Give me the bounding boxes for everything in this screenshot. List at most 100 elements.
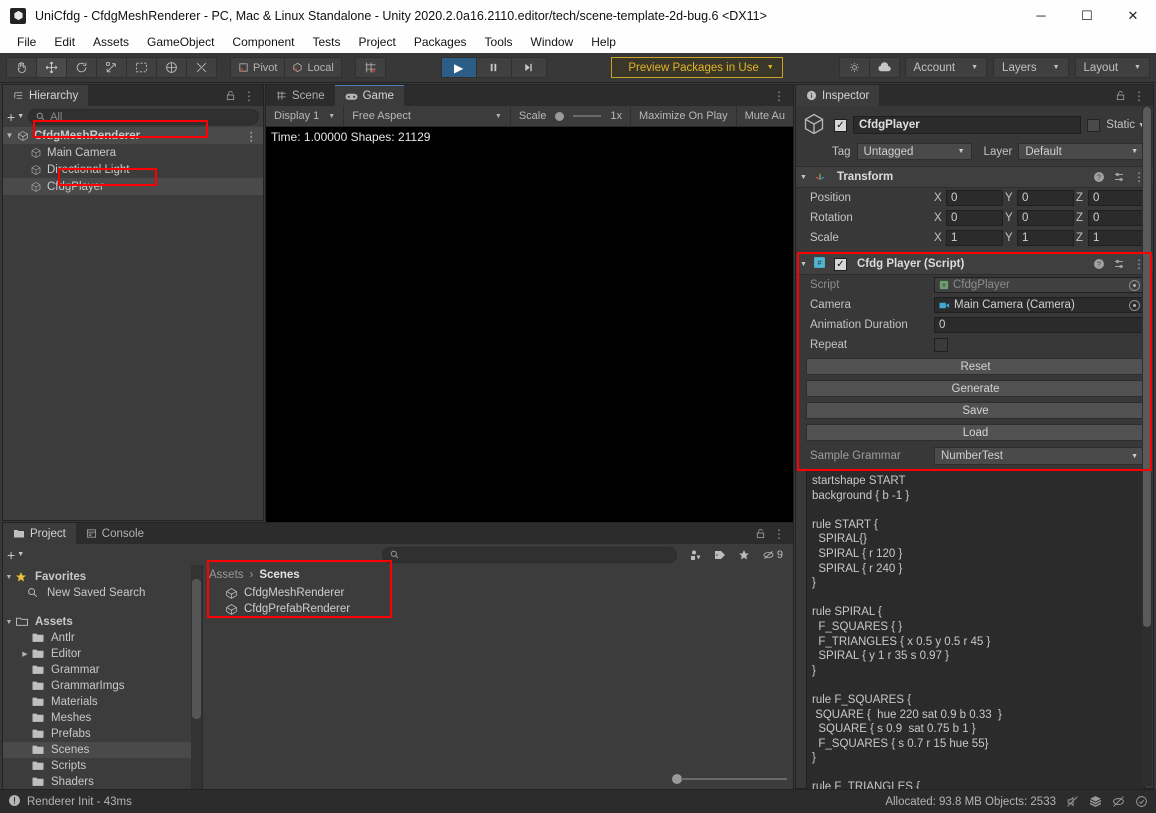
slider-handle[interactable]	[555, 111, 565, 121]
settings-sliders-icon[interactable]	[1113, 258, 1125, 270]
maximize-on-play-toggle[interactable]: Maximize On Play	[631, 105, 737, 127]
generate-button[interactable]: Generate	[806, 380, 1145, 397]
cfdg-player-component-header[interactable]: ▼ # ✓ Cfdg Player (Script) ? ⋮	[796, 253, 1153, 275]
hierarchy-search-input[interactable]: All	[28, 108, 259, 125]
hierarchy-item-main-camera[interactable]: Main Camera	[3, 144, 263, 161]
maximize-button[interactable]: ☐	[1064, 0, 1110, 31]
help-icon[interactable]: ?	[1093, 258, 1105, 270]
asset-item-cfdgprefabrenderer[interactable]: CfdgPrefabRenderer	[203, 601, 793, 617]
asset-item-cfdgmeshrenderer[interactable]: CfdgMeshRenderer	[203, 585, 793, 601]
hand-tool-icon[interactable]	[6, 57, 37, 78]
lock-icon[interactable]	[225, 90, 236, 101]
static-checkbox[interactable]	[1087, 118, 1101, 132]
tab-hierarchy[interactable]: Hierarchy	[3, 85, 89, 106]
local-toggle-button[interactable]: Local	[284, 57, 342, 78]
position-x-input[interactable]: 0	[946, 190, 1003, 206]
mute-audio-toggle[interactable]: Mute Au	[737, 106, 793, 127]
rotation-y-input[interactable]: 0	[1017, 210, 1074, 226]
grid-snap-icon[interactable]	[354, 57, 386, 78]
layout-dropdown[interactable]: Layout ▼	[1074, 57, 1150, 78]
scale-tool-icon[interactable]	[96, 57, 127, 78]
position-z-input[interactable]: 0	[1088, 190, 1145, 206]
hierarchy-add-button[interactable]: + ▼	[7, 109, 24, 125]
game-render-canvas[interactable]: Time: 1.00000 Shapes: 21129	[266, 127, 793, 542]
tree-item-meshes[interactable]: Meshes	[3, 710, 202, 726]
repeat-checkbox[interactable]	[934, 338, 948, 352]
scale-x-input[interactable]: 1	[946, 230, 1003, 246]
tree-item-grammar[interactable]: Grammar	[3, 662, 202, 678]
breadcrumb-assets[interactable]: Assets	[209, 569, 244, 581]
lock-icon[interactable]	[1115, 90, 1126, 101]
tree-item-shaders[interactable]: Shaders	[3, 774, 202, 790]
tab-scene[interactable]: Scene	[266, 85, 335, 106]
foldout-arrow-icon[interactable]: ▼	[800, 261, 807, 268]
no-preview-icon[interactable]	[1112, 795, 1125, 808]
custom-editor-tool-icon[interactable]	[186, 57, 217, 78]
check-circle-icon[interactable]	[1135, 795, 1148, 808]
layers-stack-icon[interactable]	[1089, 795, 1102, 808]
asset-size-slider[interactable]	[672, 771, 787, 787]
inspector-scrollbar[interactable]	[1142, 107, 1152, 786]
reset-button[interactable]: Reset	[806, 358, 1145, 375]
static-dropdown[interactable]: Static ▼	[1106, 119, 1145, 131]
foldout-arrow-icon[interactable]: ▼	[3, 131, 16, 140]
layers-dropdown[interactable]: Layers ▼	[993, 57, 1069, 78]
asset-type-filter-icon[interactable]	[690, 549, 702, 561]
foldout-arrow-icon[interactable]: ▶	[19, 650, 31, 658]
tab-inspector[interactable]: Inspector	[796, 85, 880, 106]
asset-size-slider-track[interactable]	[681, 778, 787, 780]
preview-packages-dropdown[interactable]: Preview Packages in Use ▼	[611, 57, 783, 78]
label-filter-icon[interactable]	[714, 549, 726, 561]
rotate-tool-icon[interactable]	[66, 57, 97, 78]
tree-item-prefabs[interactable]: Prefabs	[3, 726, 202, 742]
tab-project[interactable]: Project	[3, 523, 76, 544]
project-search-input[interactable]	[381, 546, 677, 563]
aspect-dropdown[interactable]: Free Aspect ▼	[344, 105, 511, 127]
close-button[interactable]: ✕	[1110, 0, 1156, 31]
menu-item-file[interactable]: File	[8, 33, 45, 51]
component-enabled-checkbox[interactable]: ✓	[833, 257, 847, 271]
foldout-arrow-icon[interactable]: ▼	[3, 619, 15, 626]
transform-tool-icon[interactable]	[156, 57, 187, 78]
kebab-menu-icon[interactable]: ⋮	[773, 527, 785, 541]
kebab-menu-icon[interactable]: ⋮	[243, 90, 255, 102]
object-name-input[interactable]: CfdgPlayer	[853, 116, 1082, 134]
menu-item-assets[interactable]: Assets	[84, 33, 138, 51]
menu-item-packages[interactable]: Packages	[405, 33, 476, 51]
kebab-menu-icon[interactable]: ⋮	[1133, 89, 1145, 103]
tree-item-favorites[interactable]: ▼ Favorites	[3, 569, 202, 585]
project-tree-scrollbar-thumb[interactable]	[192, 579, 201, 719]
step-button[interactable]	[510, 57, 547, 78]
tree-item-grammarimgs[interactable]: GrammarImgs	[3, 678, 202, 694]
project-add-button[interactable]: + ▼	[7, 547, 24, 563]
hidden-packages-toggle[interactable]: 9	[762, 549, 783, 561]
tree-item-new-saved-search[interactable]: New Saved Search	[3, 585, 202, 601]
object-enabled-checkbox[interactable]: ✓	[834, 118, 847, 132]
tab-game[interactable]: Game	[334, 85, 404, 106]
transform-component-header[interactable]: ▼ Transform ? ⋮	[796, 166, 1153, 188]
hierarchy-item-cfdgmeshrenderer[interactable]: ▼ CfdgMeshRenderer ⋮	[3, 127, 263, 144]
scale-z-input[interactable]: 1	[1088, 230, 1145, 246]
account-dropdown[interactable]: Account ▼	[904, 57, 988, 78]
load-button[interactable]: Load	[806, 424, 1145, 441]
help-icon[interactable]: ?	[1093, 171, 1105, 183]
menu-item-tools[interactable]: Tools	[476, 33, 522, 51]
rotation-x-input[interactable]: 0	[946, 210, 1003, 226]
pivot-toggle-button[interactable]: Pivot	[230, 57, 286, 78]
tag-dropdown[interactable]: Untagged ▼	[856, 143, 972, 160]
inspector-scrollbar-thumb[interactable]	[1143, 107, 1151, 627]
scale-slider[interactable]: Scale 1x	[511, 105, 631, 127]
mute-icon[interactable]	[1066, 795, 1079, 808]
tree-item-materials[interactable]: Materials	[3, 694, 202, 710]
project-tree-scrollbar[interactable]	[191, 565, 202, 789]
layer-dropdown[interactable]: Default ▼	[1018, 143, 1145, 160]
save-button[interactable]: Save	[806, 402, 1145, 419]
menu-item-edit[interactable]: Edit	[45, 33, 84, 51]
favorite-filter-icon[interactable]	[738, 549, 750, 561]
display-dropdown[interactable]: Display 1 ▼	[266, 105, 345, 127]
rotation-z-input[interactable]: 0	[1088, 210, 1145, 226]
settings-sliders-icon[interactable]	[1113, 171, 1125, 183]
tree-item-assets[interactable]: ▼ Assets	[3, 614, 202, 630]
menu-item-help[interactable]: Help	[582, 33, 625, 51]
grammar-code-editor[interactable]: startshape START background { b -1 } rul…	[806, 470, 1145, 792]
